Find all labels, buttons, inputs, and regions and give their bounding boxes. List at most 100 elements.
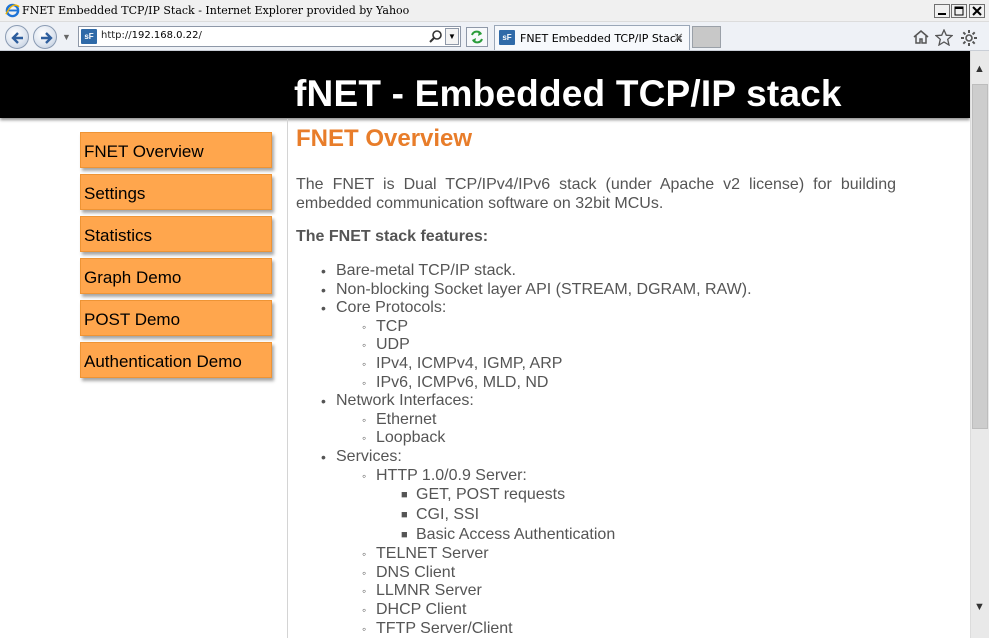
maximize-icon bbox=[954, 6, 964, 16]
back-arrow-icon bbox=[11, 32, 23, 44]
page-viewport: fNET - Embedded TCP/IP stack FNET Overvi… bbox=[0, 51, 970, 638]
maximize-button[interactable] bbox=[951, 4, 967, 18]
close-icon bbox=[972, 6, 982, 16]
list-item-text: HTTP 1.0/0.9 Server: bbox=[376, 466, 527, 484]
bullet-icon: ◦ bbox=[362, 431, 367, 446]
bullet-icon: ◦ bbox=[362, 356, 367, 371]
list-item: ◦ LLMNR Server bbox=[296, 582, 896, 601]
list-item-text: TCP bbox=[376, 317, 408, 335]
bullet-icon: ■ bbox=[401, 509, 408, 522]
minimize-button[interactable] bbox=[934, 4, 950, 18]
scroll-thumb[interactable] bbox=[972, 84, 988, 429]
tab-close-icon[interactable]: ✕ bbox=[673, 30, 684, 46]
bullet-icon: ◦ bbox=[362, 468, 367, 483]
features-heading: The FNET stack features: bbox=[296, 228, 489, 245]
refresh-button[interactable] bbox=[466, 27, 488, 47]
menu-fnet-overview[interactable]: FNET Overview bbox=[80, 132, 272, 168]
list-item: ◦ DNS Client bbox=[296, 564, 896, 583]
list-item-text: CGI, SSI bbox=[416, 506, 480, 524]
content-divider bbox=[287, 119, 288, 638]
chevron-down-icon: ▼ bbox=[448, 32, 456, 41]
gear-icon[interactable] bbox=[960, 29, 978, 47]
list-item-text: Bare-metal TCP/IP stack. bbox=[336, 262, 516, 279]
menu-authentication-demo[interactable]: Authentication Demo bbox=[80, 342, 272, 378]
menu-graph-demo[interactable]: Graph Demo bbox=[80, 258, 272, 294]
bullet-icon: • bbox=[321, 281, 326, 298]
window-title: FNET Embedded TCP/IP Stack - Internet Ex… bbox=[22, 4, 410, 17]
bullet-icon: ◦ bbox=[362, 412, 367, 427]
list-item-text: Basic Access Authentication bbox=[416, 526, 616, 544]
menu-post-demo[interactable]: POST Demo bbox=[80, 300, 272, 336]
bullet-icon: ◦ bbox=[362, 319, 367, 334]
address-url[interactable]: http://192.168.0.22/ bbox=[101, 30, 202, 41]
list-item: • Non-blocking Socket layer API (STREAM, … bbox=[296, 281, 896, 300]
list-item: ◦ IPv4, ICMPv4, IGMP, ARP bbox=[296, 355, 896, 374]
list-item: ◦ TELNET Server bbox=[296, 545, 896, 564]
list-item-text: LLMNR Server bbox=[376, 582, 482, 600]
list-item: ■ GET, POST requests bbox=[296, 485, 896, 505]
new-tab-button[interactable] bbox=[692, 26, 721, 48]
bullet-icon: • bbox=[321, 393, 326, 410]
vertical-scrollbar[interactable]: ▲ ▼ bbox=[970, 51, 989, 638]
bullet-icon: ■ bbox=[401, 489, 408, 502]
bullet-icon: • bbox=[321, 300, 326, 317]
list-item: • Services: bbox=[296, 448, 896, 467]
list-item: ◦ HTTP 1.0/0.9 Server: bbox=[296, 467, 896, 486]
list-item-text: Ethernet bbox=[376, 410, 437, 428]
bullet-icon: • bbox=[321, 263, 326, 279]
list-item-text: Services: bbox=[336, 447, 402, 465]
search-icon[interactable] bbox=[429, 29, 443, 44]
list-item-text: Core Protocols: bbox=[336, 299, 447, 317]
bullet-icon: ◦ bbox=[362, 584, 367, 599]
list-item: ◦ TCP bbox=[296, 318, 896, 337]
tab-favicon: sF bbox=[499, 30, 515, 45]
list-item: ■ CGI, SSI bbox=[296, 505, 896, 525]
tab-fnet[interactable]: sF FNET Embedded TCP/IP Stack ✕ bbox=[494, 25, 690, 50]
bullet-icon: ◦ bbox=[362, 547, 367, 562]
list-item: ◦ Loopback bbox=[296, 429, 896, 448]
list-item-text: Loopback bbox=[376, 429, 446, 447]
address-bar[interactable]: sF http://192.168.0.22/ ▼ bbox=[78, 26, 461, 47]
close-button[interactable] bbox=[969, 4, 985, 18]
page-title: FNET Overview bbox=[296, 125, 473, 152]
list-item-text: DNS Client bbox=[376, 563, 456, 581]
bullet-icon: ◦ bbox=[362, 602, 367, 617]
intro-paragraph: The FNET is Dual TCP/IPv4/IPv6 stack (un… bbox=[296, 176, 896, 212]
list-item-text: Network Interfaces: bbox=[336, 392, 474, 410]
scroll-down-arrow-icon[interactable]: ▼ bbox=[974, 601, 985, 613]
site-favicon: sF bbox=[81, 29, 97, 44]
list-item-text: IPv6, ICMPv6, MLD, ND bbox=[376, 373, 549, 391]
list-item: • Bare-metal TCP/IP stack. bbox=[296, 262, 896, 281]
browser-nav-bar: ▼ sF http://192.168.0.22/ ▼ sF FNET Embe… bbox=[0, 22, 989, 51]
back-button[interactable] bbox=[5, 25, 29, 49]
bullet-icon: • bbox=[321, 448, 326, 465]
favorites-star-icon[interactable] bbox=[935, 29, 953, 46]
list-item: ◦ Ethernet bbox=[296, 411, 896, 430]
recent-pages-dropdown[interactable]: ▼ bbox=[62, 32, 71, 42]
features-list: • Bare-metal TCP/IP stack. • Non-blocking S… bbox=[296, 262, 896, 638]
list-item: ■ Basic Access Authentication bbox=[296, 525, 896, 545]
list-item: ◦ DHCP Client bbox=[296, 601, 896, 620]
home-icon[interactable] bbox=[912, 29, 930, 45]
scroll-up-arrow-icon[interactable]: ▲ bbox=[974, 63, 985, 75]
list-item-text: Non-blocking Socket layer API (STREAM, D… bbox=[336, 280, 752, 298]
list-item-text: DHCP Client bbox=[376, 600, 467, 618]
bullet-icon: ◦ bbox=[362, 338, 367, 353]
menu-statistics[interactable]: Statistics bbox=[80, 216, 272, 252]
list-item-text: TFTP Server/Client bbox=[376, 619, 513, 637]
list-item-text: UDP bbox=[376, 336, 410, 354]
bullet-icon: ■ bbox=[401, 529, 408, 542]
ie-logo-icon bbox=[5, 3, 20, 18]
main-content: FNET Overview The FNET is Dual TCP/IPv4/… bbox=[296, 125, 896, 637]
list-item: ◦ TFTP Server/Client bbox=[296, 620, 896, 638]
list-item: • Network Interfaces: bbox=[296, 392, 896, 411]
page-banner: fNET - Embedded TCP/IP stack bbox=[0, 51, 970, 118]
address-dropdown-button[interactable]: ▼ bbox=[445, 28, 459, 45]
menu-settings[interactable]: Settings bbox=[80, 174, 272, 210]
forward-button[interactable] bbox=[33, 25, 57, 49]
list-item-text: IPv4, ICMPv4, IGMP, ARP bbox=[376, 354, 563, 372]
forward-arrow-icon bbox=[41, 32, 53, 44]
banner-title: fNET - Embedded TCP/IP stack bbox=[294, 73, 842, 114]
list-item-text: GET, POST requests bbox=[416, 486, 566, 504]
bullet-icon: ◦ bbox=[362, 375, 367, 390]
